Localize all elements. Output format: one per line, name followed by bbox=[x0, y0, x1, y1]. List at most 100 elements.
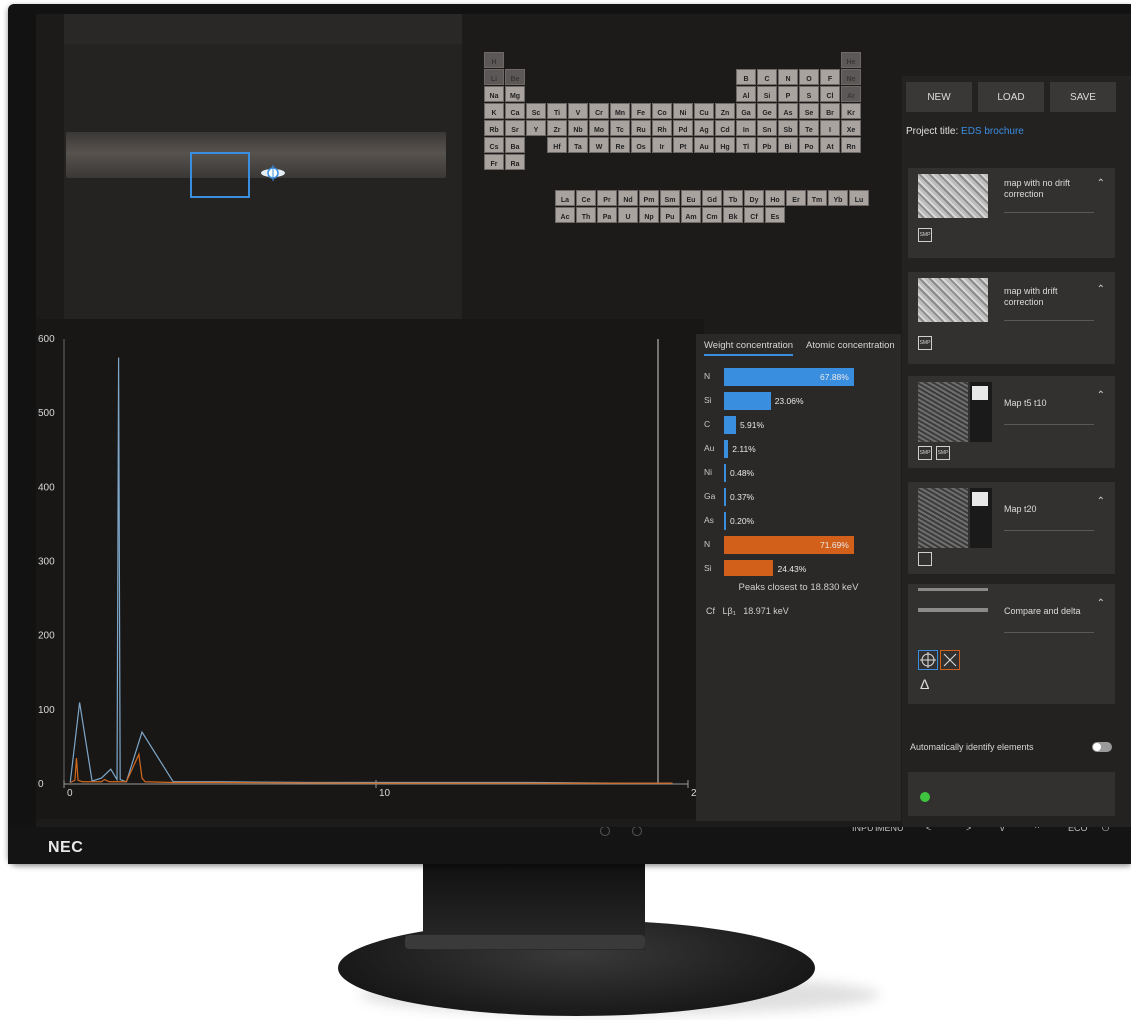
element-cell[interactable]: W bbox=[589, 137, 609, 153]
element-cell[interactable]: Cr bbox=[589, 103, 609, 119]
element-cell[interactable]: Ho bbox=[765, 190, 785, 206]
auto-identify-toggle[interactable] bbox=[1092, 742, 1112, 752]
element-cell[interactable]: Mo bbox=[589, 120, 609, 136]
chevron-up-icon[interactable]: ⌃ bbox=[1097, 390, 1105, 401]
element-cell[interactable]: Tl bbox=[736, 137, 756, 153]
element-cell[interactable]: Pa bbox=[597, 207, 617, 223]
element-cell[interactable]: O bbox=[799, 69, 819, 85]
element-cell[interactable]: Re bbox=[610, 137, 630, 153]
map-card[interactable]: Map t5 t10 ⌃ SMP SMP bbox=[908, 376, 1115, 468]
element-cell[interactable]: P bbox=[778, 86, 798, 102]
element-cell[interactable]: Au bbox=[694, 137, 714, 153]
element-cell[interactable]: Sn bbox=[757, 120, 777, 136]
element-cell[interactable]: Be bbox=[505, 69, 525, 85]
element-cell[interactable]: At bbox=[820, 137, 840, 153]
chevron-up-icon[interactable]: ⌃ bbox=[1097, 284, 1105, 295]
element-cell[interactable]: As bbox=[778, 103, 798, 119]
element-cell[interactable]: Cf bbox=[744, 207, 764, 223]
element-cell[interactable]: Ni bbox=[673, 103, 693, 119]
element-cell[interactable]: Th bbox=[576, 207, 596, 223]
element-cell[interactable]: Ge bbox=[757, 103, 777, 119]
element-cell[interactable]: Ta bbox=[568, 137, 588, 153]
element-cell[interactable]: Tc bbox=[610, 120, 630, 136]
element-cell[interactable]: Cd bbox=[715, 120, 735, 136]
element-cell[interactable]: S bbox=[799, 86, 819, 102]
sample-icon[interactable]: SMP bbox=[936, 446, 950, 460]
element-cell[interactable]: Sr bbox=[505, 120, 525, 136]
element-cell[interactable]: Ar bbox=[841, 86, 861, 102]
element-cell[interactable]: F bbox=[820, 69, 840, 85]
element-cell[interactable]: Po bbox=[799, 137, 819, 153]
element-cell[interactable]: Nb bbox=[568, 120, 588, 136]
element-cell[interactable]: C bbox=[757, 69, 777, 85]
element-cell[interactable]: Es bbox=[765, 207, 785, 223]
element-cell[interactable]: Fe bbox=[631, 103, 651, 119]
element-cell[interactable]: Pt bbox=[673, 137, 693, 153]
map-card[interactable]: Map t20 ⌃ bbox=[908, 482, 1115, 574]
element-cell[interactable]: Tm bbox=[807, 190, 827, 206]
element-cell[interactable]: Ac bbox=[555, 207, 575, 223]
sample-icon[interactable] bbox=[918, 552, 932, 566]
element-cell[interactable]: In bbox=[736, 120, 756, 136]
element-cell[interactable]: Te bbox=[799, 120, 819, 136]
element-cell[interactable]: Yb bbox=[828, 190, 848, 206]
element-cell[interactable]: Ir bbox=[652, 137, 672, 153]
save-button[interactable]: SAVE bbox=[1050, 82, 1116, 112]
element-cell[interactable]: Hf bbox=[547, 137, 567, 153]
element-cell[interactable]: H bbox=[484, 52, 504, 68]
element-cell[interactable]: Ca bbox=[505, 103, 525, 119]
element-cell[interactable]: Mn bbox=[610, 103, 630, 119]
element-cell[interactable]: Ga bbox=[736, 103, 756, 119]
element-cell[interactable]: Sb bbox=[778, 120, 798, 136]
element-cell[interactable]: V bbox=[568, 103, 588, 119]
element-cell[interactable]: Zn bbox=[715, 103, 735, 119]
element-cell[interactable]: Nd bbox=[618, 190, 638, 206]
element-cell[interactable]: Cs bbox=[484, 137, 504, 153]
element-cell[interactable]: Sc bbox=[526, 103, 546, 119]
delta-icon[interactable]: Δ bbox=[920, 676, 929, 692]
element-cell[interactable]: Cl bbox=[820, 86, 840, 102]
element-cell[interactable]: N bbox=[778, 69, 798, 85]
element-cell[interactable]: Cm bbox=[702, 207, 722, 223]
tab-atomic-concentration[interactable]: Atomic concentration bbox=[806, 340, 895, 351]
element-cell[interactable]: Ba bbox=[505, 137, 525, 153]
element-cell[interactable]: Rh bbox=[652, 120, 672, 136]
element-cell[interactable]: Ra bbox=[505, 154, 525, 170]
element-cell[interactable]: Si bbox=[757, 86, 777, 102]
chevron-up-icon[interactable]: ⌃ bbox=[1097, 178, 1105, 189]
element-cell[interactable]: K bbox=[484, 103, 504, 119]
element-cell[interactable]: Pm bbox=[639, 190, 659, 206]
sample-icon[interactable]: SMP bbox=[918, 446, 932, 460]
crosshair-target-icon[interactable] bbox=[918, 650, 938, 670]
element-cell[interactable]: Y bbox=[526, 120, 546, 136]
element-cell[interactable]: Lu bbox=[849, 190, 869, 206]
element-cell[interactable]: Os bbox=[631, 137, 651, 153]
element-cell[interactable]: Rb bbox=[484, 120, 504, 136]
new-button[interactable]: NEW bbox=[906, 82, 972, 112]
tab-weight-concentration[interactable]: Weight concentration bbox=[704, 340, 794, 356]
chevron-up-icon[interactable]: ⌃ bbox=[1097, 598, 1105, 609]
element-cell[interactable]: Fr bbox=[484, 154, 504, 170]
sample-icon[interactable]: SMP bbox=[918, 336, 932, 350]
element-cell[interactable]: Mg bbox=[505, 86, 525, 102]
element-cell[interactable]: Gd bbox=[702, 190, 722, 206]
element-cell[interactable]: Na bbox=[484, 86, 504, 102]
chevron-up-icon[interactable]: ⌃ bbox=[1097, 496, 1105, 507]
sample-icon[interactable]: SMP bbox=[918, 228, 932, 242]
load-button[interactable]: LOAD bbox=[978, 82, 1044, 112]
element-cell[interactable]: Ru bbox=[631, 120, 651, 136]
element-cell[interactable]: I bbox=[820, 120, 840, 136]
element-cell[interactable]: Pd bbox=[673, 120, 693, 136]
element-cell[interactable]: Pr bbox=[597, 190, 617, 206]
map-card[interactable]: map with no drift correction ⌃ SMP bbox=[908, 168, 1115, 258]
element-cell[interactable]: Hg bbox=[715, 137, 735, 153]
project-title-value[interactable]: EDS brochure bbox=[961, 126, 1024, 137]
element-cell[interactable]: Se bbox=[799, 103, 819, 119]
peak-row[interactable]: Cf Lβ₁ 18.971 keV bbox=[706, 606, 789, 616]
element-cell[interactable]: Sm bbox=[660, 190, 680, 206]
element-cell[interactable]: B bbox=[736, 69, 756, 85]
element-cell[interactable]: Br bbox=[820, 103, 840, 119]
expand-arrows-icon[interactable] bbox=[940, 650, 960, 670]
element-cell[interactable]: Bk bbox=[723, 207, 743, 223]
element-cell[interactable]: Cu bbox=[694, 103, 714, 119]
